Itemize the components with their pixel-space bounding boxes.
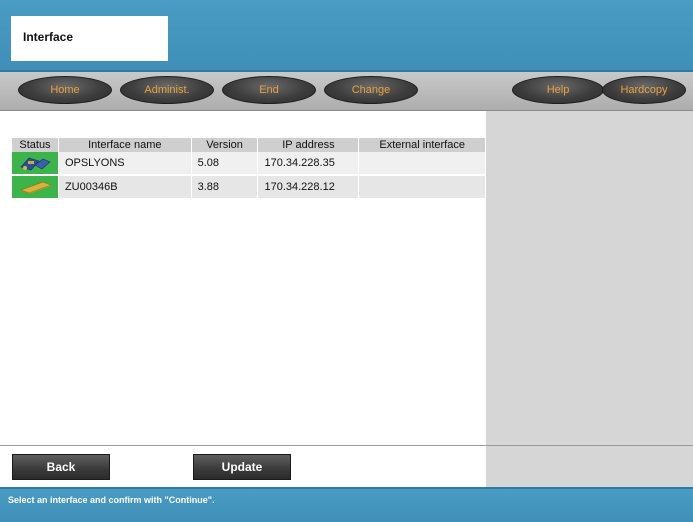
main-panel: Status Interface name Version IP address… bbox=[0, 111, 486, 445]
header-bar: Interface bbox=[0, 0, 693, 72]
action-bar-side bbox=[486, 445, 693, 488]
hardcopy-button[interactable]: Hardcopy bbox=[602, 76, 686, 104]
change-button[interactable]: Change bbox=[324, 76, 418, 104]
status-message: Select an interface and confirm with "Co… bbox=[0, 487, 693, 522]
back-button[interactable]: Back bbox=[12, 454, 110, 480]
column-header-ip-address: IP address bbox=[257, 138, 360, 152]
ip-address-cell: 170.34.228.12 bbox=[257, 175, 360, 200]
side-panel bbox=[486, 111, 693, 445]
home-button[interactable]: Home bbox=[18, 76, 112, 104]
external-interface-cell bbox=[358, 152, 486, 176]
interface-name-cell: ZU00346B bbox=[58, 175, 192, 200]
external-interface-cell bbox=[358, 175, 486, 200]
column-header-interface-name: Interface name bbox=[58, 138, 192, 152]
status-cell bbox=[12, 175, 59, 200]
update-button[interactable]: Update bbox=[193, 454, 291, 480]
table-header-row: Status Interface name Version IP address… bbox=[12, 138, 486, 152]
network-device-icon bbox=[20, 157, 51, 171]
column-header-version: Version bbox=[191, 138, 259, 152]
table-row[interactable]: OPSLYONS 5.08 170.34.228.35 bbox=[12, 152, 486, 176]
table-row[interactable]: ZU00346B 3.88 170.34.228.12 bbox=[12, 175, 486, 200]
device-box-icon bbox=[20, 181, 52, 194]
interface-table: Status Interface name Version IP address… bbox=[12, 138, 486, 200]
status-cell bbox=[12, 152, 59, 176]
action-bar: Back Update bbox=[0, 445, 486, 488]
column-header-status: Status bbox=[12, 138, 59, 152]
version-cell: 5.08 bbox=[191, 152, 259, 176]
column-header-external-interface: External interface bbox=[358, 138, 486, 152]
administ-button[interactable]: Administ. bbox=[120, 76, 214, 104]
page-title: Interface bbox=[11, 16, 168, 61]
interface-name-cell: OPSLYONS bbox=[58, 152, 192, 176]
toolbar: Home Administ. End Change Help Hardcopy bbox=[0, 72, 693, 111]
version-cell: 3.88 bbox=[191, 175, 259, 200]
ip-address-cell: 170.34.228.35 bbox=[257, 152, 360, 176]
end-button[interactable]: End bbox=[222, 76, 316, 104]
help-button[interactable]: Help bbox=[512, 76, 604, 104]
